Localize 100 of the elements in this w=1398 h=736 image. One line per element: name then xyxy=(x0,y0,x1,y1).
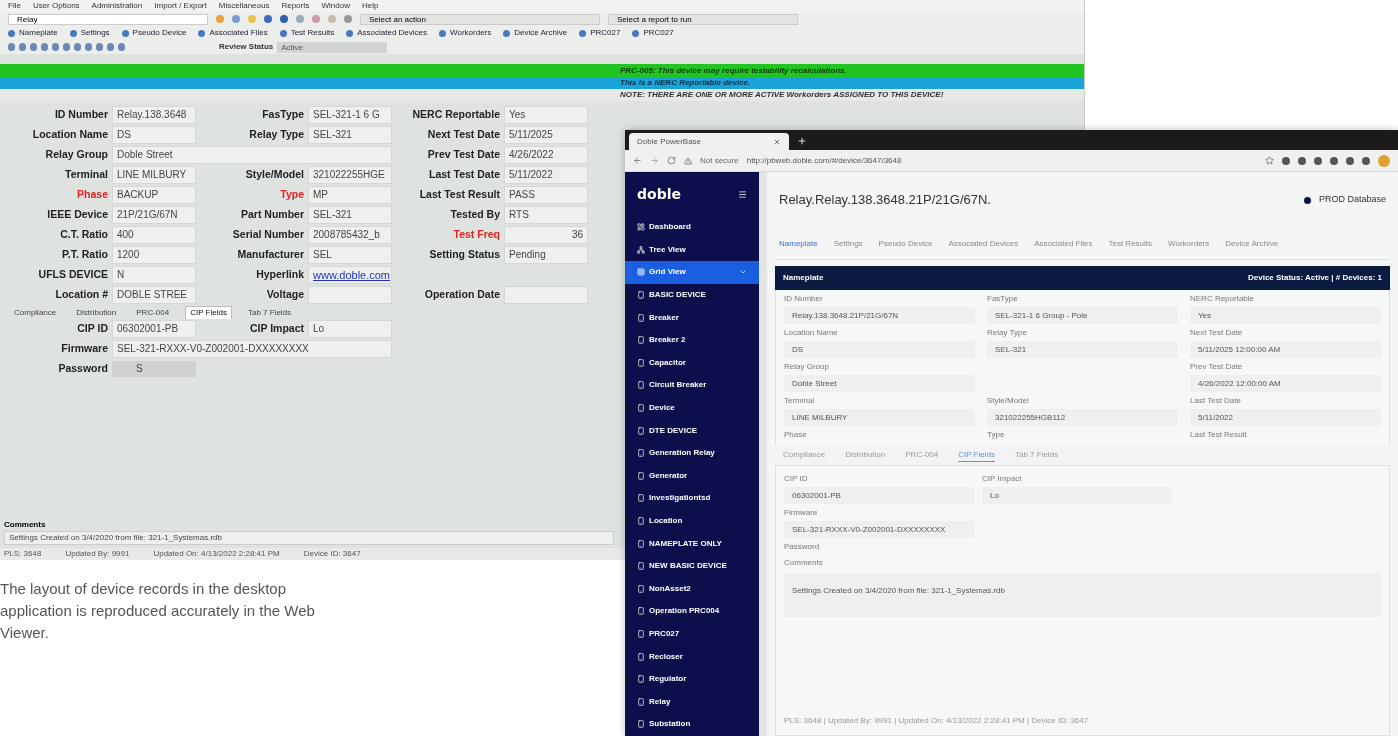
back-icon[interactable] xyxy=(633,156,642,165)
input-field[interactable]: Lo xyxy=(982,487,1172,504)
menu-item[interactable]: Import / Export xyxy=(154,0,207,12)
comments-field[interactable]: Settings Created on 3/4/2020 from file: 321-1_Systemas.rdb xyxy=(784,573,1381,617)
sidebar-item[interactable]: Substation xyxy=(625,713,759,736)
sidebar-item[interactable]: NonAsset2 xyxy=(625,577,759,601)
profile-avatar[interactable] xyxy=(1378,154,1390,167)
toolbar-tab[interactable]: Test Results xyxy=(279,27,335,39)
input-field[interactable]: Lo xyxy=(308,320,392,338)
toolbar-tab[interactable]: PRC027 xyxy=(632,27,674,39)
toolbar-tab[interactable]: Settings xyxy=(69,27,110,39)
comments-field[interactable]: Settings Created on 3/4/2020 from file: 321-1_Systemas.rdb xyxy=(4,531,614,545)
input-field[interactable]: PASS xyxy=(504,186,588,204)
sidebar-item[interactable]: DTE DEVICE xyxy=(625,419,759,442)
nav-tab[interactable]: Associated Devices xyxy=(948,237,1019,250)
input-field[interactable]: 2008785432_b xyxy=(308,226,392,244)
sidebar-item[interactable]: Device xyxy=(625,396,759,420)
input-field[interactable]: MP xyxy=(308,186,392,204)
input-field[interactable]: 4/26/2022 xyxy=(504,146,588,164)
menu-item[interactable]: Miscellaneous xyxy=(218,0,270,12)
input-field[interactable]: 321022255HGE xyxy=(308,166,392,184)
input-field[interactable]: SEL-321 xyxy=(308,126,392,144)
input-field[interactable]: 06302001-PB xyxy=(784,487,974,504)
menu-item[interactable]: Window xyxy=(321,0,350,12)
menu-item[interactable]: User Options xyxy=(32,0,80,12)
sidebar-item[interactable]: BASIC DEVICE xyxy=(625,283,759,307)
close-icon[interactable] xyxy=(773,137,781,146)
password-field[interactable]: S xyxy=(112,361,196,377)
input-field[interactable]: Yes xyxy=(1190,307,1381,324)
sidebar-item[interactable]: NEW BASIC DEVICE xyxy=(625,554,759,578)
menu-icon[interactable] xyxy=(738,189,747,199)
logo[interactable]: doble xyxy=(637,183,681,205)
input-field[interactable]: DS xyxy=(112,126,196,144)
report-select[interactable]: Select a report to run xyxy=(608,13,798,25)
sidebar-item[interactable]: Relay xyxy=(625,690,759,714)
input-field[interactable]: SEL-321 xyxy=(308,206,392,224)
menu-item[interactable]: Reports xyxy=(281,0,310,12)
input-field[interactable]: SEL-321-1 6 Group - Pole xyxy=(987,307,1178,324)
input-field[interactable]: 36 xyxy=(504,226,588,244)
toolbar-tab[interactable]: Associated Devices xyxy=(346,27,428,39)
input-field[interactable]: RTS xyxy=(504,206,588,224)
sub-tab[interactable]: Tab 7 Fields xyxy=(243,307,296,319)
review-status-field[interactable]: Active xyxy=(277,41,388,53)
sidebar-item[interactable]: Operation PRC004 xyxy=(625,600,759,623)
input-field[interactable]: Pending xyxy=(504,246,588,264)
nav-tab[interactable]: Test Results xyxy=(1108,237,1153,250)
sidebar-item[interactable]: Generation Relay xyxy=(625,441,759,465)
sidebar-item[interactable]: Generator xyxy=(625,464,759,488)
input-field[interactable]: SEL-321-RXXX-V0-Z002001-DXXXXXXXX xyxy=(784,521,974,538)
scrollbar[interactable] xyxy=(759,172,767,736)
sidebar-item[interactable]: Tree View xyxy=(625,238,759,262)
nav-tab[interactable]: Nameplate xyxy=(779,237,818,250)
nav-tab[interactable]: Associated Files xyxy=(1034,237,1093,250)
sidebar-item[interactable]: Capacitor xyxy=(625,351,759,375)
input-field[interactable]: 1200 xyxy=(112,246,196,264)
input-field[interactable]: Doble Street xyxy=(784,375,975,392)
input-field[interactable]: 5/11/2025 12:00:00 AM xyxy=(1190,341,1381,358)
nav-tab[interactable]: Workorders xyxy=(1168,237,1210,250)
input-field[interactable]: Relay.138.3648 xyxy=(112,106,196,124)
input-field[interactable]: SEL xyxy=(308,246,392,264)
toolbar-tab[interactable]: Associated Files xyxy=(198,27,268,39)
toolbar-tab[interactable]: Device Archive xyxy=(503,27,568,39)
sub-tab[interactable]: CIP Fields xyxy=(185,306,232,319)
menu-item[interactable]: File xyxy=(8,0,21,12)
sidebar-item[interactable]: PRC027 xyxy=(625,622,759,646)
new-tab-icon[interactable] xyxy=(797,136,807,146)
sidebar-item[interactable]: Circuit Breaker xyxy=(625,374,759,397)
view-select[interactable]: Relay xyxy=(8,13,208,25)
sidebar-item[interactable]: Location xyxy=(625,509,759,533)
menu-item[interactable]: Administration xyxy=(91,0,143,12)
nav-tab[interactable]: Device Archive xyxy=(1225,237,1279,250)
input-field[interactable]: Relay.138.3648.21P/21G/67N xyxy=(784,307,975,324)
input-field[interactable]: 5/11/2025 xyxy=(504,126,588,144)
menu-item[interactable]: Help xyxy=(361,0,379,12)
sidebar-item[interactable]: Regulator xyxy=(625,667,759,691)
input-field[interactable]: 21P/21G/67N xyxy=(112,206,196,224)
input-field[interactable]: 400 xyxy=(112,226,196,244)
nav-tab[interactable]: Settings xyxy=(833,237,863,250)
input-field[interactable]: DS xyxy=(784,341,975,358)
address-field[interactable]: http://pbweb.doble.com/#/device/3647/3648 xyxy=(746,154,1147,167)
input-field[interactable] xyxy=(504,286,588,304)
toolbar-tab[interactable]: PRC027 xyxy=(579,27,621,39)
sidebar-item[interactable]: Breaker xyxy=(625,306,759,329)
sub-tab[interactable]: PRC-004 xyxy=(132,307,174,319)
sub-tab[interactable]: Distribution xyxy=(72,307,121,319)
toolbar-tab[interactable]: Workorders xyxy=(439,27,492,39)
sub-tab[interactable]: Compliance xyxy=(10,307,61,319)
bookmark-icon[interactable] xyxy=(1265,156,1274,165)
input-field[interactable]: 4/26/2022 12:00:00 AM xyxy=(1190,375,1381,392)
sidebar-item[interactable]: Recloser xyxy=(625,645,759,668)
browser-tab[interactable]: Doble PowerBase xyxy=(629,133,789,150)
input-field[interactable]: Doble Street xyxy=(112,146,392,164)
sidebar-item[interactable]: NAMEPLATE ONLY xyxy=(625,532,759,555)
input-field[interactable]: 5/11/2022 xyxy=(504,166,588,184)
sidebar-item[interactable]: Breaker 2 xyxy=(625,328,759,352)
input-field[interactable]: LINE MILBURY xyxy=(784,409,975,426)
input-field[interactable]: BACKUP xyxy=(112,186,196,204)
input-field[interactable]: SEL-321-1 6 G xyxy=(308,106,392,124)
input-field[interactable]: Yes xyxy=(504,106,588,124)
toolbar-tab[interactable]: Nameplate xyxy=(8,27,58,39)
